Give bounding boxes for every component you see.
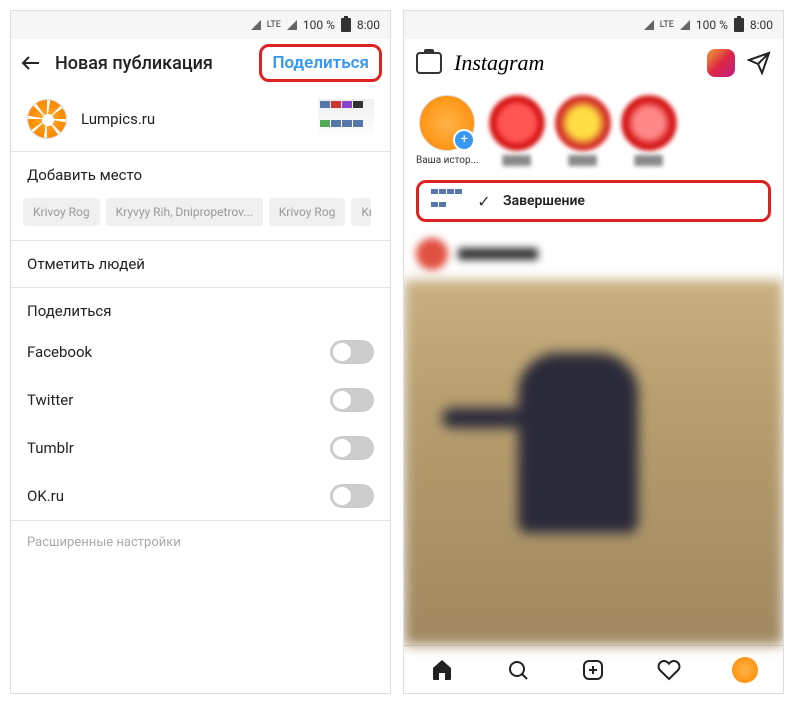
- signal-icon: [644, 20, 654, 30]
- profile-avatar-icon: [732, 657, 758, 683]
- lte-label: LTE: [267, 20, 281, 30]
- story-label: ████: [568, 155, 596, 166]
- share-okru-row: OK.ru: [11, 472, 390, 520]
- instagram-logo: Instagram: [454, 50, 695, 76]
- your-story[interactable]: Ваша истор...: [416, 95, 479, 166]
- clock: 8:00: [750, 18, 773, 32]
- feed-screen: LTE 100 % 8:00 Instagram Ваша истор... █…: [403, 10, 784, 694]
- advanced-settings-link[interactable]: Расширенные настройки: [11, 521, 390, 564]
- tag-people-row[interactable]: Отметить людей: [11, 241, 390, 287]
- username: Lumpics.ru: [81, 110, 304, 128]
- network-label: Twitter: [27, 391, 73, 409]
- facebook-toggle[interactable]: [330, 340, 374, 364]
- bottom-nav: [404, 645, 783, 693]
- back-arrow-icon[interactable]: [19, 51, 43, 75]
- stories-tray[interactable]: Ваша истор... ████ ████ ████: [404, 87, 783, 174]
- page-title: Новая публикация: [55, 53, 259, 74]
- network-label: Tumblr: [27, 439, 74, 457]
- story-item[interactable]: ████: [489, 95, 545, 166]
- network-label: Facebook: [27, 343, 92, 361]
- status-bar: LTE 100 % 8:00: [404, 11, 783, 39]
- tab-add-post[interactable]: [556, 646, 632, 693]
- tab-search[interactable]: [480, 646, 556, 693]
- status-bar: LTE 100 % 8:00: [11, 11, 390, 39]
- add-location-row[interactable]: Добавить место: [11, 152, 390, 198]
- your-story-avatar: [419, 95, 475, 151]
- battery-icon: [341, 18, 351, 32]
- tab-activity[interactable]: [631, 646, 707, 693]
- story-avatar: [555, 95, 611, 151]
- battery-icon: [734, 18, 744, 32]
- share-twitter-row: Twitter: [11, 376, 390, 424]
- tab-profile[interactable]: [707, 646, 783, 693]
- caption-row[interactable]: Lumpics.ru: [11, 87, 390, 151]
- post-thumbnail[interactable]: [318, 99, 374, 139]
- story-item[interactable]: ████: [555, 95, 611, 166]
- story-label: ████: [634, 155, 662, 166]
- your-story-label: Ваша истор...: [416, 155, 479, 166]
- battery-pct: 100 %: [303, 18, 335, 32]
- camera-icon[interactable]: [416, 52, 442, 74]
- data-icon: [680, 20, 690, 30]
- top-bar: Новая публикация Поделиться: [11, 39, 390, 87]
- data-icon: [287, 20, 297, 30]
- uploaded-thumbnail: [431, 189, 465, 213]
- okru-toggle[interactable]: [330, 484, 374, 508]
- share-button[interactable]: Поделиться: [259, 44, 382, 82]
- igtv-icon[interactable]: [707, 49, 735, 77]
- story-avatar: [489, 95, 545, 151]
- user-avatar: [27, 99, 67, 139]
- direct-message-icon[interactable]: [747, 51, 771, 75]
- upload-complete-toast: ✓ Завершение: [416, 180, 771, 222]
- share-facebook-row: Facebook: [11, 328, 390, 376]
- story-label: ████: [502, 155, 530, 166]
- location-chip[interactable]: Kr: [351, 198, 371, 226]
- location-chip[interactable]: Krivoy Rog: [23, 198, 100, 226]
- location-suggestions: Krivoy Rog Kryvyy Rih, Dnipropetrov... K…: [11, 198, 390, 240]
- signal-icon: [251, 20, 261, 30]
- upload-complete-label: Завершение: [503, 193, 585, 209]
- instagram-top-bar: Instagram: [404, 39, 783, 87]
- new-post-screen: LTE 100 % 8:00 Новая публикация Поделить…: [10, 10, 391, 694]
- checkmark-icon: ✓: [475, 192, 493, 210]
- tab-home[interactable]: [404, 646, 480, 693]
- location-chip[interactable]: Kryvyy Rih, Dnipropetrov...: [106, 198, 263, 226]
- clock: 8:00: [357, 18, 380, 32]
- share-section-label: Поделиться: [11, 288, 390, 328]
- twitter-toggle[interactable]: [330, 388, 374, 412]
- story-avatar: [621, 95, 677, 151]
- post-header[interactable]: [404, 228, 783, 280]
- network-label: OK.ru: [27, 487, 64, 505]
- tumblr-toggle[interactable]: [330, 436, 374, 460]
- story-item[interactable]: ████: [621, 95, 677, 166]
- post-author-name: [458, 248, 538, 260]
- post-author-avatar: [416, 238, 448, 270]
- lte-label: LTE: [660, 20, 674, 30]
- post-image[interactable]: [404, 280, 783, 645]
- battery-pct: 100 %: [696, 18, 728, 32]
- location-chip[interactable]: Krivoy Rog: [269, 198, 346, 226]
- share-tumblr-row: Tumblr: [11, 424, 390, 472]
